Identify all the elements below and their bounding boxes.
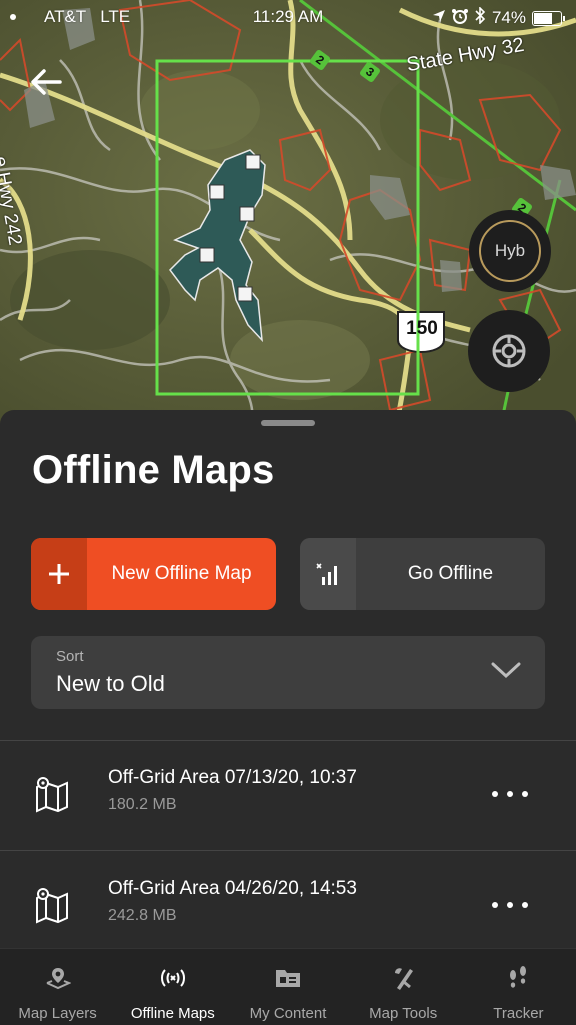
basemap-toggle-label: Hyb: [494, 241, 526, 260]
back-button[interactable]: [26, 62, 66, 102]
chevron-down-icon: [491, 660, 521, 685]
offline-map-size: 180.2 MB: [108, 796, 177, 813]
list-divider: [0, 850, 576, 851]
plus-icon: [31, 538, 87, 610]
battery-percent: 74%: [491, 8, 526, 27]
offline-map-item[interactable]: Off-Grid Area 04/26/20, 14:53 242.8 MB: [0, 852, 576, 960]
offline-signal-icon: [158, 965, 188, 991]
tab-my-content[interactable]: My Content: [230, 949, 345, 1025]
compass-target-icon: [492, 334, 526, 368]
offline-map-item[interactable]: Off-Grid Area 07/13/20, 10:37 180.2 MB: [0, 741, 576, 849]
sheet-grabber[interactable]: [261, 420, 315, 426]
route-label-150: 150: [406, 318, 438, 339]
offline-map-name: Off-Grid Area 04/26/20, 14:53: [108, 878, 357, 899]
offline-map-size: 242.8 MB: [108, 907, 177, 924]
tab-tracker[interactable]: Tracker: [461, 949, 576, 1025]
tab-label: Map Layers: [18, 1005, 97, 1022]
alarm-icon: [451, 8, 468, 29]
go-offline-label: Go Offline: [407, 563, 494, 584]
map-layers-icon: [45, 965, 71, 991]
tab-offline-maps[interactable]: Offline Maps: [115, 949, 230, 1025]
back-arrow-icon: [31, 69, 62, 95]
tab-label: My Content: [249, 1005, 327, 1022]
map-view[interactable]: State Hwy 32 e Hwy 242 150 2 3 2 AT&T LT…: [0, 0, 576, 430]
more-options-button[interactable]: [492, 890, 528, 920]
bluetooth-icon: [474, 6, 486, 29]
locate-button[interactable]: [468, 310, 550, 392]
new-offline-map-button[interactable]: New Offline Map: [31, 538, 276, 610]
tab-label: Tracker: [493, 1005, 544, 1022]
folded-map-icon: [34, 775, 70, 818]
offline-maps-sheet: Offline Maps New Offline Map Go Offline …: [0, 410, 576, 1024]
tab-map-layers[interactable]: Map Layers: [0, 949, 115, 1025]
go-offline-button[interactable]: Go Offline: [300, 538, 545, 610]
tools-icon: [390, 965, 416, 991]
footprints-icon: [505, 965, 531, 991]
tab-label: Map Tools: [369, 1005, 438, 1022]
sheet-title: Offline Maps: [32, 448, 275, 492]
tab-map-tools[interactable]: Map Tools: [346, 949, 461, 1025]
status-bar: AT&T LTE 11:29 AM 74%: [0, 0, 576, 34]
sort-caption: Sort: [56, 648, 84, 665]
folded-map-icon: [34, 886, 70, 929]
basemap-toggle-button[interactable]: Hyb: [469, 210, 551, 292]
sort-dropdown[interactable]: Sort New to Old: [31, 636, 545, 709]
battery-icon: [532, 10, 565, 26]
location-arrow-icon: [432, 8, 446, 28]
no-signal-icon: [300, 538, 356, 610]
tab-bar: Map Layers Offline Maps My Content Map T…: [0, 948, 576, 1025]
tab-label: Offline Maps: [130, 1005, 215, 1022]
more-options-button[interactable]: [492, 779, 528, 809]
offline-map-name: Off-Grid Area 07/13/20, 10:37: [108, 767, 357, 788]
folder-icon: [274, 965, 302, 991]
new-offline-map-label: New Offline Map: [111, 563, 252, 584]
sort-value: New to Old: [56, 671, 165, 696]
